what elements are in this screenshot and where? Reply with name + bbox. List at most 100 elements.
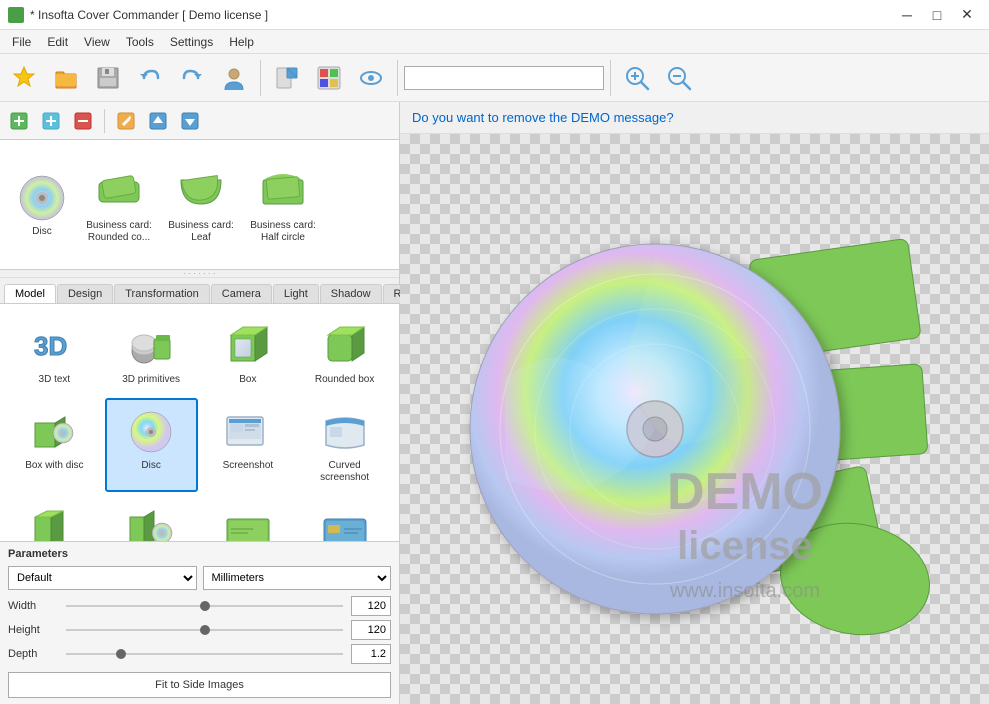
width-field: Width 120 (8, 596, 391, 616)
palette-button[interactable] (309, 58, 349, 98)
preset-dropdown[interactable]: Default Custom (8, 566, 197, 590)
zoom-in-button[interactable] (617, 58, 657, 98)
model-boxdisc-icon (28, 406, 80, 458)
model-dvdbox-icon (28, 504, 80, 541)
maximize-button[interactable]: □ (923, 4, 951, 26)
thumbnail-disc[interactable]: Disc (8, 167, 76, 243)
thumbnail-bizcard3[interactable]: Business card: Half circle (244, 161, 322, 249)
thumbnail-disc-label: Disc (32, 226, 51, 238)
model-dvdboxwith-icon (125, 504, 177, 541)
menu-settings[interactable]: Settings (162, 31, 221, 53)
edit-icon (116, 111, 136, 131)
model-dvdbox[interactable]: DVD box (8, 496, 101, 541)
add-green-button[interactable] (4, 106, 34, 136)
zoom-out-button[interactable] (659, 58, 699, 98)
thumbnail-bizcard1-image (93, 166, 145, 218)
down-icon (180, 111, 200, 131)
tabs-bar: Model Design Transformation Camera Light… (0, 278, 399, 304)
height-value: 120 (351, 620, 391, 640)
model-bizcard[interactable]: Business card (202, 496, 295, 541)
model-3dprim-icon (125, 320, 177, 372)
remove-button[interactable] (68, 106, 98, 136)
view-button[interactable] (351, 58, 391, 98)
zoom-out-icon (665, 64, 693, 92)
thumbnails-area: Disc Business card: Rounded co... (0, 140, 399, 270)
width-slider-handle (200, 601, 210, 611)
model-plastic[interactable]: Plastic card (298, 496, 391, 541)
tab-shadow[interactable]: Shadow (320, 284, 382, 303)
preview-area: DEMO license www.insofta.com (400, 134, 989, 704)
model-disc[interactable]: Disc (105, 398, 198, 492)
toolbar-separator-3 (610, 60, 611, 96)
model-screenshot[interactable]: Screenshot (202, 398, 295, 492)
menu-tools[interactable]: Tools (118, 31, 162, 53)
palette-icon (315, 64, 343, 92)
folder-icon (52, 64, 80, 92)
help-button[interactable] (214, 58, 254, 98)
tab-model[interactable]: Model (4, 284, 56, 303)
menu-file[interactable]: File (4, 31, 39, 53)
save-button[interactable] (88, 58, 128, 98)
thumbnail-bizcard2-image (175, 166, 227, 218)
edit-button[interactable] (111, 106, 141, 136)
toolbar-separator-1 (260, 60, 261, 96)
menu-view[interactable]: View (76, 31, 118, 53)
thumbnail-bizcard3-label: Business card: Half circle (249, 220, 317, 244)
redo-button[interactable] (172, 58, 212, 98)
left-panel: Disc Business card: Rounded co... (0, 102, 400, 704)
add-green-icon (9, 111, 29, 131)
height-slider[interactable] (66, 629, 343, 631)
menu-edit[interactable]: Edit (39, 31, 76, 53)
thumbnail-bizcard2-label: Business card: Leaf (167, 220, 235, 244)
tab-design[interactable]: Design (57, 284, 113, 303)
tab-transformation[interactable]: Transformation (114, 284, 210, 303)
app-icon (8, 7, 24, 23)
undo-button[interactable] (130, 58, 170, 98)
model-dvdboxwith[interactable]: DVD box with... (105, 496, 198, 541)
export-button[interactable] (267, 58, 307, 98)
minimize-button[interactable]: ─ (893, 4, 921, 26)
tab-camera[interactable]: Camera (211, 284, 272, 303)
svg-text:DEMO: DEMO (667, 463, 823, 521)
remove-icon (73, 111, 93, 131)
star-icon (10, 64, 38, 92)
width-slider[interactable] (66, 605, 343, 607)
model-curved[interactable]: Curved screenshot (298, 398, 391, 492)
model-3dtext-label: 3D text (39, 374, 71, 386)
model-roundedbox[interactable]: Rounded box (298, 312, 391, 394)
up-icon (148, 111, 168, 131)
demo-link[interactable]: Do you want to remove the DEMO message? (412, 110, 674, 125)
model-boxdisc[interactable]: Box with disc (8, 398, 101, 492)
depth-slider-handle (116, 649, 126, 659)
depth-slider[interactable] (66, 653, 343, 655)
new-button[interactable] (4, 58, 44, 98)
move-down-button[interactable] (175, 106, 205, 136)
units-dropdown[interactable]: Millimeters Inches Pixels (203, 566, 392, 590)
model-plastic-icon (319, 504, 371, 541)
menu-help[interactable]: Help (221, 31, 262, 53)
width-value: 120 (351, 596, 391, 616)
redo-icon (178, 64, 206, 92)
height-label: Height (8, 624, 58, 636)
model-3dtext[interactable]: 3D 3D text (8, 312, 101, 394)
window-title: * Insofta Cover Commander [ Demo license… (30, 8, 268, 22)
thumbnail-bizcard2[interactable]: Business card: Leaf (162, 161, 240, 249)
model-box[interactable]: Box (202, 312, 295, 394)
move-up-button[interactable] (143, 106, 173, 136)
model-screenshot-label: Screenshot (223, 460, 274, 472)
tab-light[interactable]: Light (273, 284, 319, 303)
add-blue-button[interactable] (36, 106, 66, 136)
eye-icon (357, 64, 385, 92)
height-slider-handle (200, 625, 210, 635)
thumbnail-bizcard1[interactable]: Business card: Rounded co... (80, 161, 158, 249)
open-button[interactable] (46, 58, 86, 98)
close-button[interactable]: ✕ (953, 4, 981, 26)
width-label: Width (8, 600, 58, 612)
fit-button[interactable]: Fit to Side Images (8, 672, 391, 698)
model-3dprim-label: 3D primitives (122, 374, 180, 386)
model-roundedbox-label: Rounded box (315, 374, 375, 386)
window-controls: ─ □ ✕ (893, 4, 981, 26)
model-3dprim[interactable]: 3D primitives (105, 312, 198, 394)
search-input[interactable] (404, 66, 604, 90)
model-disc-icon (125, 406, 177, 458)
